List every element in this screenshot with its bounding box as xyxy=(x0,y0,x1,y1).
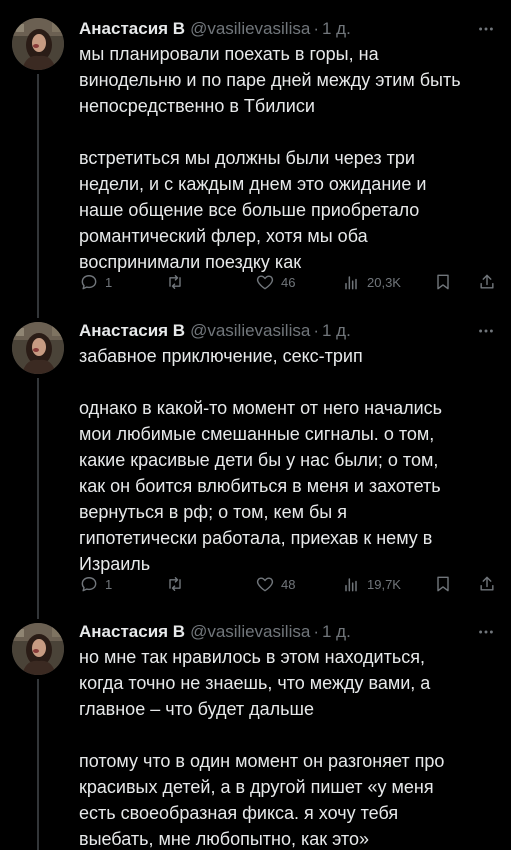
avatar[interactable] xyxy=(12,623,64,675)
tweet-paragraph: потому что в один момент он разгоняет пр… xyxy=(79,751,445,849)
tweet-text: забавное приключение, секс-трип однако в… xyxy=(79,343,503,577)
reply-button[interactable]: 1 xyxy=(79,572,112,596)
tweet-header: Анастасия В @vasilievasilisa · 1 д. xyxy=(79,621,471,643)
author-handle[interactable]: @vasilievasilisa xyxy=(190,19,310,39)
thread-timeline: Анастасия В @vasilievasilisa · 1 д. мы п… xyxy=(0,0,511,850)
thread-connector xyxy=(37,74,39,312)
author-name[interactable]: Анастасия В xyxy=(79,622,185,642)
retweet-arrows-icon xyxy=(165,272,185,292)
tweet-paragraph: мы планировали поехать в горы, на виноде… xyxy=(79,44,461,116)
retweet-arrows-icon xyxy=(165,574,185,594)
separator: · xyxy=(313,321,319,340)
reply-count: 1 xyxy=(105,576,113,592)
reply-bubble-icon xyxy=(79,574,99,594)
bookmark-icon xyxy=(433,574,453,594)
avatar-image xyxy=(12,18,64,70)
tweet[interactable]: Анастасия В @vasilievasilisa · 1 д. заба… xyxy=(0,312,511,613)
share-upload-icon xyxy=(477,574,497,594)
tweet-paragraph: забавное приключение, секс-трип xyxy=(79,346,363,366)
reply-bubble-icon xyxy=(79,272,99,292)
share-button[interactable] xyxy=(477,572,497,596)
bar-chart-icon xyxy=(341,574,361,594)
author-handle[interactable]: @vasilievasilisa xyxy=(190,622,310,642)
views-button[interactable]: 20,3K xyxy=(341,270,401,294)
separator: · xyxy=(313,19,319,38)
like-count: 46 xyxy=(281,274,296,290)
tweet-header: Анастасия В @vasilievasilisa · 1 д. xyxy=(79,18,471,40)
author-handle[interactable]: @vasilievasilisa xyxy=(190,321,310,341)
like-button[interactable]: 48 xyxy=(255,572,295,596)
timestamp[interactable]: 1 д. xyxy=(322,19,351,39)
tweet-paragraph: однако в какой-то момент от него началис… xyxy=(79,398,443,574)
timestamp[interactable]: 1 д. xyxy=(322,622,351,642)
bookmark-button[interactable] xyxy=(433,572,453,596)
reply-count: 1 xyxy=(105,274,113,290)
avatar-image xyxy=(12,623,64,675)
thread-connector xyxy=(37,312,39,318)
heart-icon xyxy=(255,272,275,292)
tweet-paragraph: встретиться мы должны были через три нед… xyxy=(79,148,427,272)
like-count: 48 xyxy=(281,576,296,592)
views-button[interactable]: 19,7K xyxy=(341,572,401,596)
views-count: 19,7K xyxy=(367,576,401,592)
more-dots-icon[interactable] xyxy=(475,18,497,40)
timestamp[interactable]: 1 д. xyxy=(322,321,351,341)
bookmark-icon xyxy=(433,272,453,292)
author-name[interactable]: Анастасия В xyxy=(79,19,185,39)
tweet-actions: 1 46 20,3K xyxy=(79,270,503,294)
more-dots-icon[interactable] xyxy=(475,621,497,643)
tweet-actions: 1 48 19,7K xyxy=(79,572,503,596)
more-dots-icon[interactable] xyxy=(475,320,497,342)
share-button[interactable] xyxy=(477,270,497,294)
separator: · xyxy=(313,622,319,641)
author-name[interactable]: Анастасия В xyxy=(79,321,185,341)
tweet-header: Анастасия В @vasilievasilisa · 1 д. xyxy=(79,320,471,342)
heart-icon xyxy=(255,574,275,594)
tweet-paragraph: но мне так нравилось в этом находиться, … xyxy=(79,647,431,719)
views-count: 20,3K xyxy=(367,274,401,290)
share-upload-icon xyxy=(477,272,497,292)
tweet[interactable]: Анастасия В @vasilievasilisa · 1 д. но м… xyxy=(0,613,511,850)
avatar[interactable] xyxy=(12,322,64,374)
bookmark-button[interactable] xyxy=(433,270,453,294)
retweet-button[interactable] xyxy=(165,572,185,596)
tweet-text: но мне так нравилось в этом находиться, … xyxy=(79,644,503,850)
retweet-button[interactable] xyxy=(165,270,185,294)
bar-chart-icon xyxy=(341,272,361,292)
avatar-image xyxy=(12,322,64,374)
thread-connector xyxy=(37,378,39,613)
like-button[interactable]: 46 xyxy=(255,270,295,294)
thread-connector xyxy=(37,613,39,619)
tweet[interactable]: Анастасия В @vasilievasilisa · 1 д. мы п… xyxy=(0,0,511,312)
tweet-text: мы планировали поехать в горы, на виноде… xyxy=(79,41,503,275)
avatar[interactable] xyxy=(12,18,64,70)
reply-button[interactable]: 1 xyxy=(79,270,112,294)
thread-connector xyxy=(37,679,39,850)
